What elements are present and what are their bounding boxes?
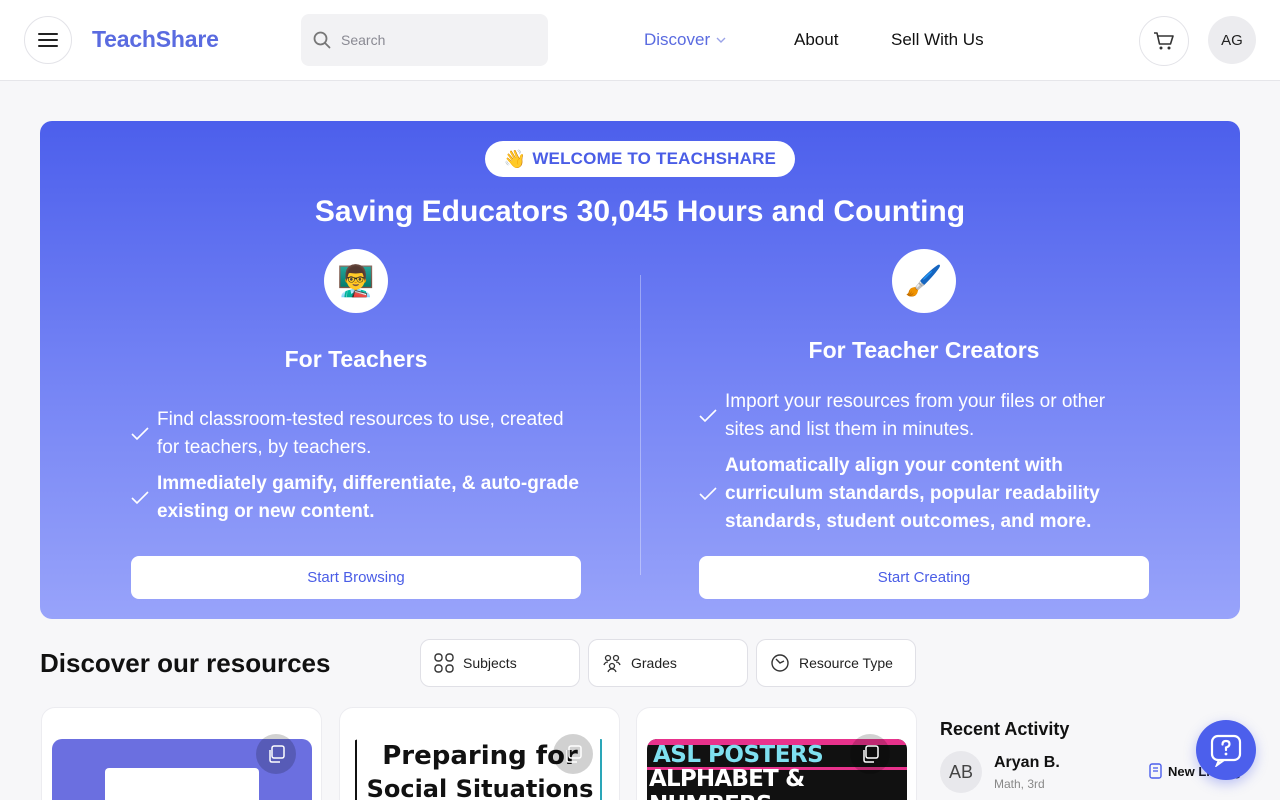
- logo[interactable]: TeachShare: [92, 26, 219, 53]
- copy-button[interactable]: [553, 734, 593, 774]
- search-input[interactable]: [341, 32, 531, 48]
- welcome-text: WELCOME TO TEACHSHARE: [532, 149, 777, 168]
- copy-icon: [566, 745, 582, 763]
- copy-icon: [863, 745, 879, 763]
- grid-icon: [434, 653, 454, 673]
- column-divider: [640, 275, 641, 575]
- recent-activity-title: Recent Activity: [940, 719, 1070, 739]
- teachers-bullet: Immediately gamify, differentiate, & aut…: [131, 470, 581, 526]
- activity-avatar[interactable]: AB: [940, 751, 982, 793]
- start-browsing-button[interactable]: Start Browsing: [131, 556, 581, 599]
- nav-discover[interactable]: Discover: [644, 30, 726, 50]
- teacher-icon: 👨‍🏫: [324, 249, 388, 313]
- top-nav-bar: TeachShare Discover About Sell With Us A…: [0, 0, 1280, 81]
- user-avatar[interactable]: AG: [1208, 16, 1256, 64]
- resource-card[interactable]: Preparing for Social Situations: [339, 707, 620, 800]
- hero-title: Saving Educators 30,045 Hours and Counti…: [314, 195, 966, 228]
- copy-button[interactable]: [256, 734, 296, 774]
- creators-title: For Teacher Creators: [808, 337, 1040, 363]
- nav-sell-with-us[interactable]: Sell With Us: [891, 30, 984, 50]
- help-icon: [1210, 734, 1242, 767]
- filter-grades-label: Grades: [631, 655, 677, 671]
- filter-subjects[interactable]: Subjects: [420, 639, 580, 687]
- check-icon: [131, 427, 157, 441]
- hero-banner: 👋 WELCOME TO TEACHSHARE Saving Educators…: [40, 121, 1240, 619]
- start-creating-button[interactable]: Start Creating: [699, 556, 1149, 599]
- creators-bullet: Automatically align your content with cu…: [699, 452, 1149, 536]
- paintbrush-emoji: 🖌️: [905, 264, 943, 298]
- filter-resource-type[interactable]: Resource Type: [756, 639, 916, 687]
- discover-title: Discover our resources: [40, 648, 331, 678]
- nav-discover-label: Discover: [644, 30, 711, 49]
- cart-button[interactable]: [1139, 16, 1189, 66]
- creators-bullet: Import your resources from your files or…: [699, 388, 1149, 444]
- copy-icon: [269, 745, 285, 763]
- chevron-down-icon: [716, 37, 726, 43]
- paintbrush-icon: 🖌️: [892, 249, 956, 313]
- teachers-bullet-text: Find classroom-tested resources to use, …: [157, 409, 564, 458]
- menu-button[interactable]: [24, 16, 72, 64]
- hamburger-icon: [38, 33, 58, 47]
- card-title-line: Social Situations: [366, 775, 594, 800]
- users-icon: [603, 654, 621, 673]
- creators-bullet-text: Automatically align your content with cu…: [725, 455, 1100, 532]
- resource-type-icon: [771, 654, 789, 672]
- resource-card[interactable]: [41, 707, 322, 800]
- creators-bullet-text: Import your resources from your files or…: [725, 391, 1106, 440]
- teachers-title: For Teachers: [284, 346, 428, 372]
- check-icon: [699, 487, 725, 501]
- activity-user-subject: Math, 3rd: [994, 777, 1045, 791]
- filter-resource-type-label: Resource Type: [799, 655, 893, 671]
- waving-hand-icon: 👋: [503, 148, 527, 169]
- search-icon: [313, 31, 331, 49]
- help-button[interactable]: [1196, 720, 1256, 780]
- filter-grades[interactable]: Grades: [588, 639, 748, 687]
- teacher-emoji: 👨‍🏫: [337, 264, 375, 298]
- card-title-line: ASL POSTERS: [653, 742, 824, 768]
- teachers-bullet-text: Immediately gamify, differentiate, & aut…: [157, 473, 579, 522]
- check-icon: [131, 491, 157, 505]
- nav-about[interactable]: About: [794, 30, 838, 50]
- check-icon: [699, 409, 725, 423]
- new-listing-icon: [1149, 763, 1162, 779]
- search-bar[interactable]: [301, 14, 548, 66]
- activity-user-name[interactable]: Aryan B.: [994, 754, 1060, 772]
- welcome-badge: 👋 WELCOME TO TEACHSHARE: [485, 141, 795, 177]
- thumbnail-page: [105, 768, 259, 800]
- cart-icon: [1154, 32, 1174, 50]
- filter-subjects-label: Subjects: [463, 655, 517, 671]
- copy-button[interactable]: [850, 734, 890, 774]
- resource-card[interactable]: ASL POSTERS ALPHABET & NUMBERS: [636, 707, 917, 800]
- teachers-bullet: Find classroom-tested resources to use, …: [131, 406, 581, 462]
